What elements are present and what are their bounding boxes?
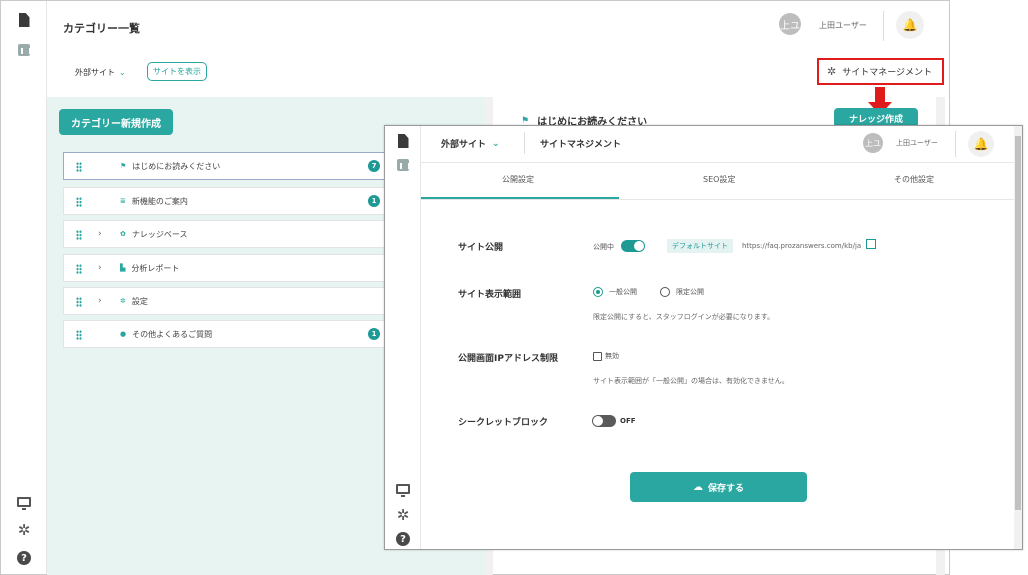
- site-selector[interactable]: 外部サイト ⌄: [441, 137, 500, 151]
- avatar[interactable]: 上ユ: [863, 133, 883, 153]
- chevron-right-icon[interactable]: ›: [98, 296, 102, 306]
- count-badge: 7: [368, 160, 380, 172]
- gear-icon: ✲: [827, 65, 837, 78]
- bell-icon[interactable]: 🔔: [968, 131, 994, 157]
- settings-icon[interactable]: ✲: [394, 506, 412, 524]
- settings-icon[interactable]: ✲: [15, 521, 33, 539]
- drag-handle-icon[interactable]: [76, 264, 82, 274]
- drag-handle-icon[interactable]: [76, 162, 82, 172]
- flag-icon: ⚑: [521, 115, 530, 126]
- monitor-icon[interactable]: [394, 480, 412, 498]
- list-item[interactable]: ≣ 新機能のご案内 1: [63, 187, 389, 215]
- count-badge: 1: [368, 328, 380, 340]
- scope-option-limited[interactable]: 限定公開: [660, 287, 704, 297]
- category-label: 分析レポート: [131, 263, 180, 273]
- monitor-icon[interactable]: [15, 493, 33, 511]
- scrollbar[interactable]: [1014, 126, 1022, 549]
- view-site-button[interactable]: サイトを表示: [147, 62, 207, 81]
- publish-toggle[interactable]: [621, 240, 645, 252]
- site-selector-label: 外部サイト: [441, 140, 487, 150]
- user-name[interactable]: 上田ユーザー: [896, 138, 938, 148]
- secret-block-state: OFF: [620, 417, 636, 425]
- option-label: 一般公開: [609, 288, 637, 296]
- arrow-shaft: [875, 87, 885, 103]
- divider: [955, 131, 956, 157]
- save-button-label: 保存する: [707, 483, 744, 494]
- scope-option-public[interactable]: 一般公開: [593, 287, 637, 297]
- checkbox-icon[interactable]: [593, 351, 602, 361]
- default-site-tag: デフォルトサイト: [667, 239, 733, 253]
- side-rail: ✲ ?: [385, 126, 421, 549]
- help-icon[interactable]: ?: [394, 530, 412, 548]
- bell-icon[interactable]: 🔔: [896, 11, 924, 39]
- analytics-icon[interactable]: [15, 41, 33, 59]
- category-label: その他よくあるご質問: [132, 329, 213, 339]
- save-button[interactable]: ☁ 保存する: [630, 472, 807, 502]
- drag-handle-icon[interactable]: [76, 230, 82, 240]
- list-item[interactable]: ⚑ はじめにお読みください 7: [63, 152, 389, 180]
- page-title: カテゴリー一覧: [63, 22, 140, 35]
- list-icon: ≣: [120, 197, 126, 205]
- drag-handle-icon[interactable]: [76, 197, 82, 207]
- divider: [524, 132, 525, 154]
- tab-other-settings[interactable]: その他設定: [894, 174, 934, 185]
- ip-restriction-label: 公開画面IPアドレス制限: [458, 354, 558, 364]
- gear-icon: ✿: [120, 230, 126, 238]
- site-management-label: サイトマネージメント: [842, 68, 933, 78]
- category-label: 新機能のご案内: [131, 196, 188, 206]
- list-item[interactable]: › ✿ ナレッジベース: [63, 220, 389, 248]
- secret-block-label: シークレットブロック: [458, 418, 549, 428]
- list-item[interactable]: ● その他よくあるご質問 1: [63, 320, 389, 348]
- divider: [421, 199, 1014, 200]
- site-selector[interactable]: 外部サイト ⌄: [75, 67, 126, 78]
- chevron-down-icon: ⌄: [492, 138, 500, 149]
- scope-label: サイト表示範囲: [458, 290, 522, 300]
- page-title: サイトマネジメント: [540, 140, 622, 150]
- scrollbar-thumb[interactable]: [1015, 136, 1021, 510]
- option-label: 限定公開: [676, 288, 704, 296]
- gear-icon: ✲: [120, 297, 126, 305]
- site-management-link[interactable]: ✲ サイトマネージメント: [817, 58, 944, 85]
- radio-unchecked-icon[interactable]: [660, 287, 670, 297]
- help-icon[interactable]: ?: [15, 549, 33, 567]
- drag-handle-icon[interactable]: [76, 330, 82, 340]
- chevron-right-icon[interactable]: ›: [98, 229, 102, 239]
- tab-public-settings[interactable]: 公開設定: [502, 174, 534, 185]
- scope-hint: 限定公開にすると、スタッフログインが必要になります。: [593, 313, 775, 321]
- analytics-icon[interactable]: [394, 156, 412, 174]
- list-item[interactable]: › ▙ 分析レポート: [63, 254, 389, 282]
- publish-label: サイト公開: [458, 243, 504, 253]
- checkbox-label: 無効: [605, 352, 619, 360]
- list-item[interactable]: › ✲ 設定: [63, 287, 389, 315]
- secret-block-toggle[interactable]: [592, 415, 616, 427]
- avatar[interactable]: 上ユ: [779, 13, 801, 35]
- flag-icon: ⚑: [120, 162, 127, 170]
- cloud-upload-icon: ☁: [692, 481, 703, 493]
- site-selector-label: 外部サイト: [75, 68, 115, 77]
- tab-seo-settings[interactable]: SEO設定: [703, 174, 735, 185]
- site-url[interactable]: https://faq.prozanswers.com/kb/ja: [742, 242, 861, 250]
- chart-icon: ▙: [120, 264, 126, 272]
- divider: [883, 11, 884, 41]
- category-label: ナレッジベース: [131, 229, 188, 239]
- chevron-down-icon: ⌄: [119, 68, 126, 77]
- ip-restriction-hint: サイト表示範囲が「一般公開」の場合は、有効化できません。: [593, 377, 789, 385]
- side-rail: ✲ ?: [1, 1, 47, 574]
- publish-status: 公開中: [593, 243, 614, 251]
- category-label: はじめにお読みください: [132, 161, 221, 171]
- external-link-icon[interactable]: [866, 239, 876, 249]
- radio-checked-icon[interactable]: [593, 287, 603, 297]
- drag-handle-icon[interactable]: [76, 297, 82, 307]
- category-label: 設定: [131, 296, 148, 306]
- chevron-right-icon[interactable]: ›: [98, 263, 102, 273]
- document-icon[interactable]: [15, 11, 33, 29]
- count-badge: 1: [368, 195, 380, 207]
- new-category-button[interactable]: カテゴリー新規作成: [59, 109, 173, 135]
- user-name[interactable]: 上田ユーザー: [819, 20, 867, 31]
- front-window: ✲ ? 外部サイト ⌄ サイトマネジメント 上ユ 上田ユーザー 🔔 公開設定 S…: [384, 125, 1023, 550]
- ip-restriction-checkbox[interactable]: 無効: [593, 351, 619, 361]
- document-icon[interactable]: [394, 132, 412, 150]
- help-icon: ●: [120, 330, 127, 338]
